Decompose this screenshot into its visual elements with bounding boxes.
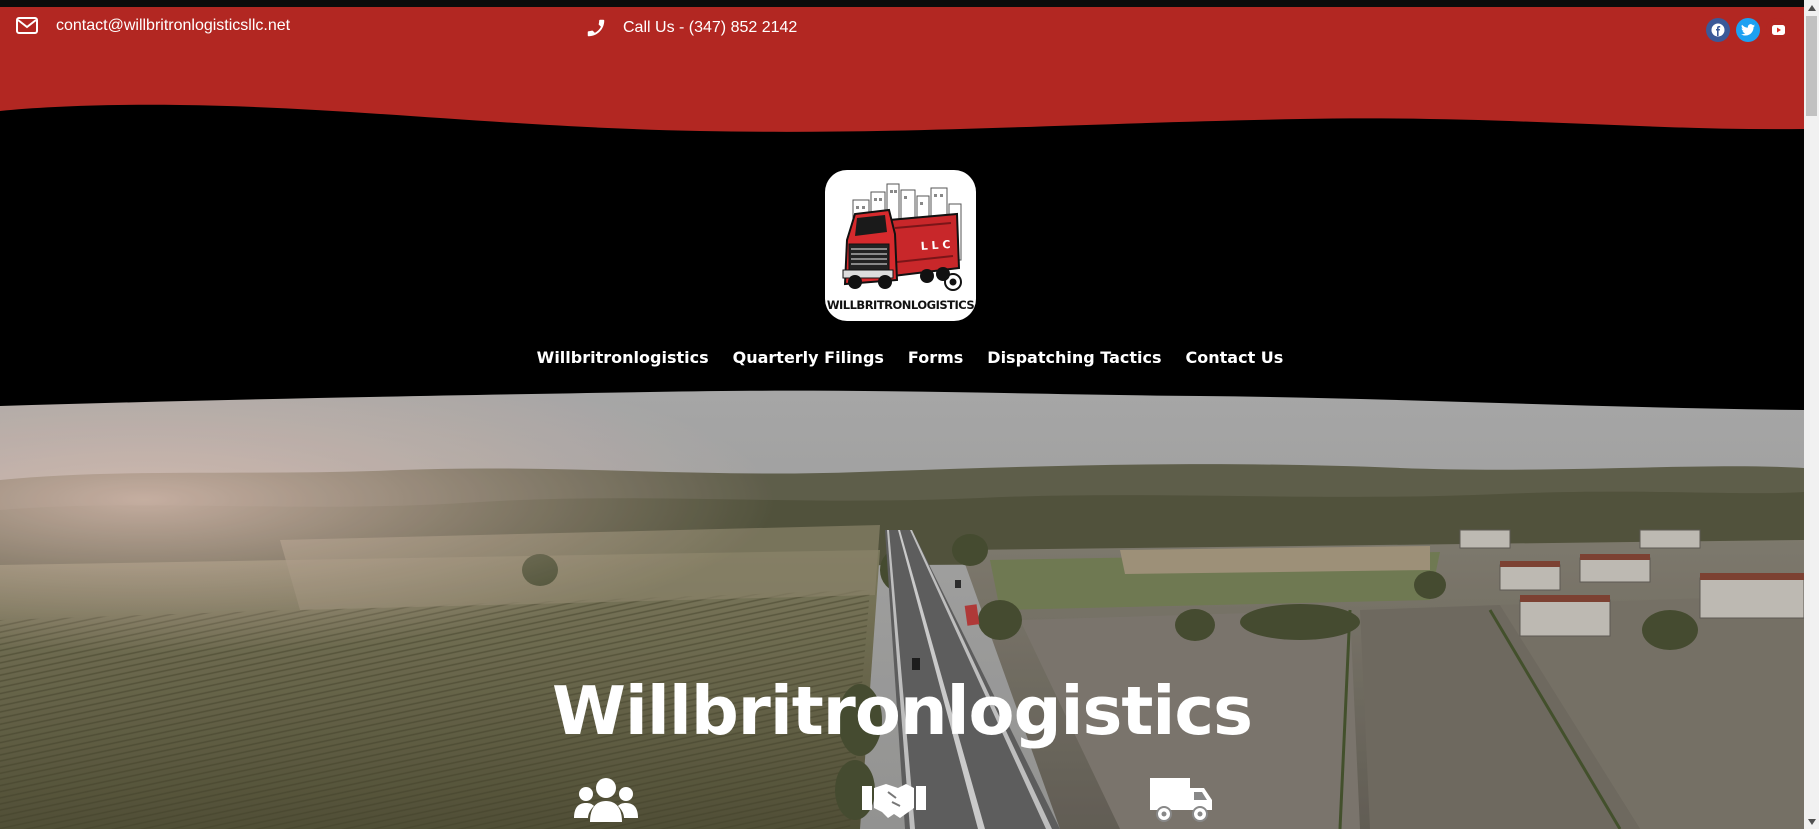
scroll-down-arrow-icon[interactable] xyxy=(1804,814,1819,829)
svg-text:L L C: L L C xyxy=(920,238,951,253)
scroll-up-arrow-icon[interactable] xyxy=(1804,0,1819,15)
nav-item-dispatching-tactics[interactable]: Dispatching Tactics xyxy=(987,348,1161,367)
site-header: L L C WILLBRITRONLOGISTICS Willbritronlo… xyxy=(0,135,1804,420)
twitter-icon[interactable] xyxy=(1736,18,1760,42)
nav-item-contact-us[interactable]: Contact Us xyxy=(1186,348,1284,367)
nav-item-forms[interactable]: Forms xyxy=(908,348,963,367)
email-contact[interactable]: contact@willbritronlogisticsllc.net xyxy=(16,17,290,35)
top-strip xyxy=(0,0,1804,7)
users-icon xyxy=(574,778,638,822)
site-logo[interactable]: L L C WILLBRITRONLOGISTICS xyxy=(825,170,976,321)
phone-icon xyxy=(587,19,605,37)
nav-item-willbritronlogistics[interactable]: Willbritronlogistics xyxy=(537,348,709,367)
page-scrollbar[interactable] xyxy=(1804,0,1819,829)
hero-section: Willbritronlogistics xyxy=(0,390,1804,829)
top-bar: contact@willbritronlogisticsllc.net Call… xyxy=(0,7,1804,135)
facebook-icon[interactable] xyxy=(1706,18,1730,42)
youtube-icon[interactable] xyxy=(1766,18,1790,42)
hero-top-wave xyxy=(0,390,1804,410)
phone-text[interactable]: Call Us - (347) 852 2142 xyxy=(623,19,797,37)
page: contact@willbritronlogisticsllc.net Call… xyxy=(0,0,1804,829)
handshake-icon xyxy=(862,784,926,818)
logo-text: WILLBRITRONLOGISTICS xyxy=(826,298,975,312)
scrollbar-thumb[interactable] xyxy=(1806,16,1817,116)
main-nav: Willbritronlogistics Quarterly Filings F… xyxy=(0,348,1804,367)
email-text[interactable]: contact@willbritronlogisticsllc.net xyxy=(56,17,290,35)
hero-background-image xyxy=(0,390,1804,829)
nav-item-quarterly-filings[interactable]: Quarterly Filings xyxy=(733,348,884,367)
phone-contact[interactable]: Call Us - (347) 852 2142 xyxy=(585,17,797,39)
envelope-icon xyxy=(16,17,38,34)
truck-icon xyxy=(1150,778,1212,822)
social-links xyxy=(1706,18,1790,42)
hero-title: Willbritronlogistics xyxy=(552,672,1253,750)
